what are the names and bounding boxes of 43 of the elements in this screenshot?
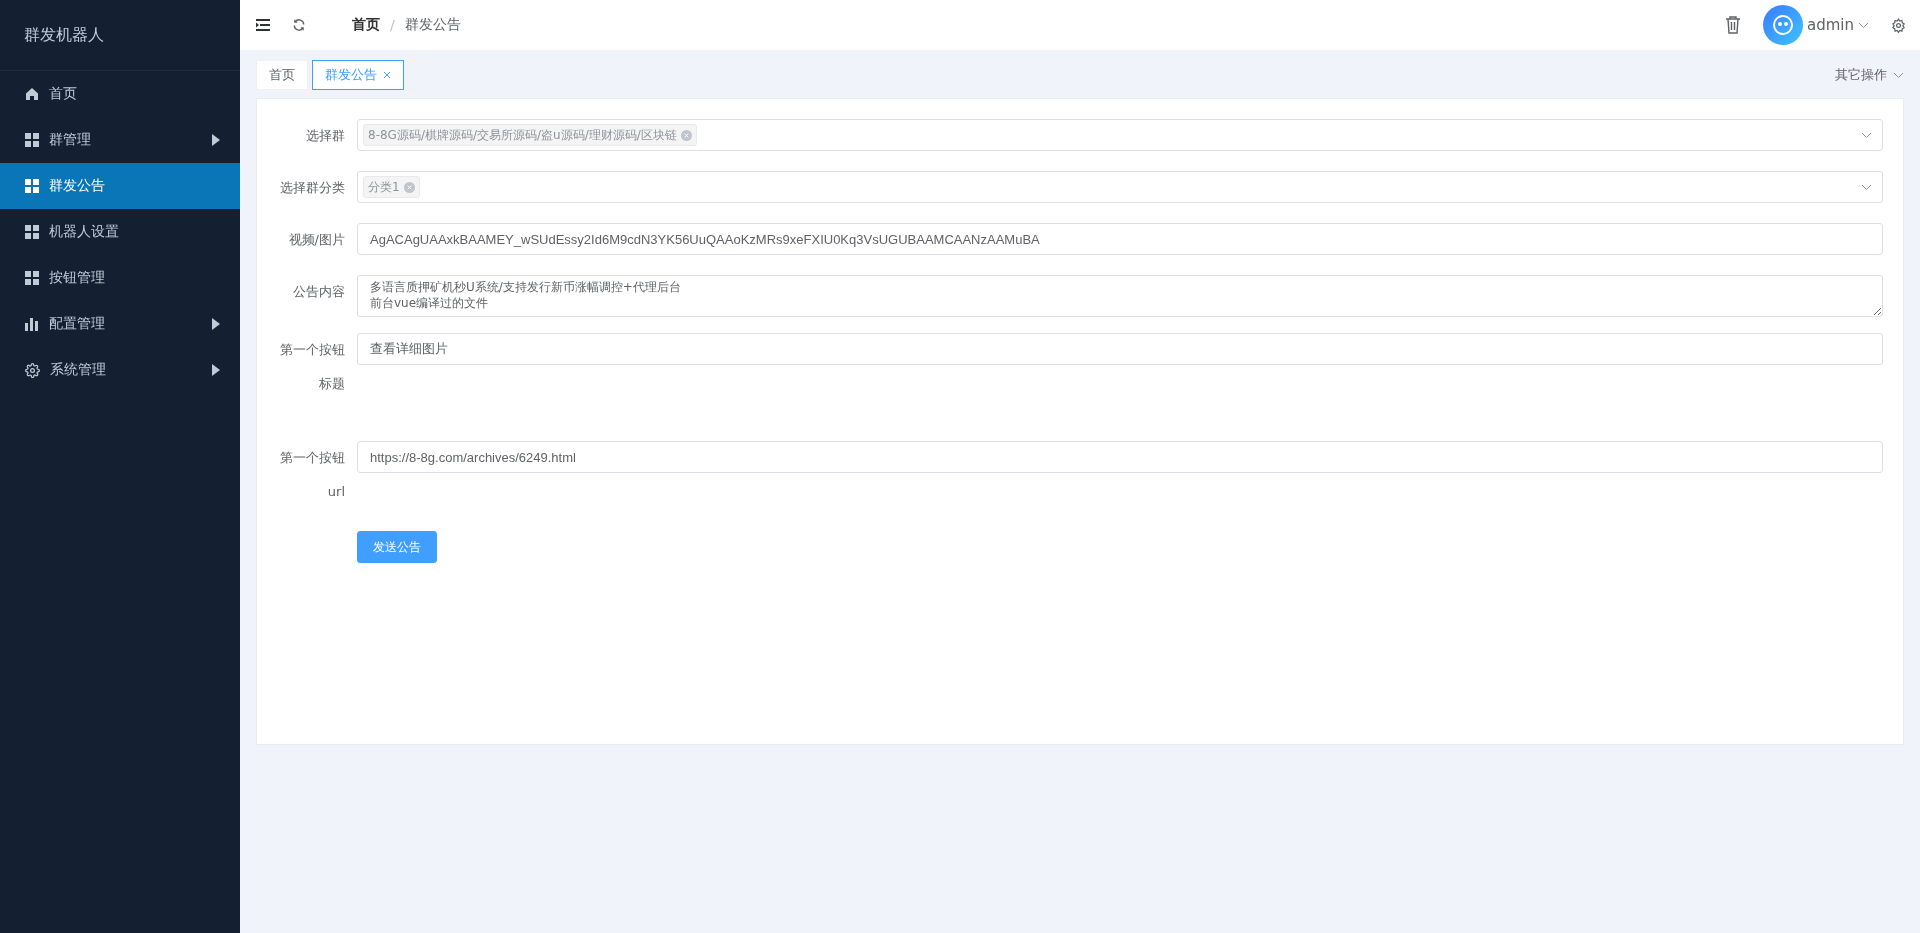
field-label: 第一个按钮url [279,449,345,501]
tag: 分类1 [363,176,420,198]
field-label: 选择群 [306,127,345,145]
trash-icon[interactable] [1725,16,1741,34]
page-tab[interactable]: 首页 [256,60,308,90]
breadcrumb-item: 群发公告 [404,16,461,34]
chevron-down-icon [1861,131,1872,139]
input-field[interactable]: https://8-8g.com/archives/6249.html [357,441,1883,473]
chevron-down-icon [1858,21,1869,29]
input-field[interactable]: AgACAgUAAxkBAAMEY_wSUdEssy2Id6M9cdN3YK56UuQAAoKzMRs9xeFXIU0Kq3VsUGUBAAMCAANzAAMuBA [357,223,1883,255]
sidebar-item[interactable]: 配置管理 [0,301,240,347]
settings-icon[interactable] [1891,17,1906,33]
grid-icon [25,271,39,285]
grid-icon [25,133,39,147]
username[interactable]: admin [1807,16,1854,34]
menu-icon[interactable] [256,19,270,31]
sidebar-item[interactable]: 群发公告 [0,163,240,209]
sidebar-item[interactable]: 群管理 [0,117,240,163]
field-label: 第一个按钮标题 [279,341,345,393]
grid-icon [25,179,39,193]
field-label: 视频/图片 [288,231,345,249]
chevron-down-icon [1893,71,1904,79]
breadcrumb-separator: / [390,17,395,33]
sidebar-item[interactable]: 首页 [0,71,240,117]
home-icon [25,87,39,101]
sidebar-item[interactable]: 按钮管理 [0,255,240,301]
avatar[interactable] [1763,5,1803,45]
bar-chart-icon [25,317,39,331]
grid-icon [25,225,39,239]
refresh-icon[interactable] [292,18,306,32]
input-field[interactable]: 查看详细图片 [357,333,1883,365]
chevron-down-icon [1861,183,1872,191]
settings-icon [25,362,40,378]
app-title: 群发机器人 [24,24,104,46]
breadcrumb-item[interactable]: 首页 [352,16,380,34]
textarea-field[interactable]: 多语言质押矿机秒U系统/支持发行新币涨幅调控+代理后台 前台vue编译过的文件 [357,275,1883,317]
sidebar-item[interactable]: 系统管理 [0,347,240,393]
field-label: 公告内容 [293,283,345,301]
field-label: 选择群分类 [280,179,345,197]
other-actions-dropdown[interactable]: 其它操作 [1835,66,1904,84]
sidebar-item[interactable]: 机器人设置 [0,209,240,255]
close-icon[interactable] [383,71,391,79]
tag: 8-8G源码/棋牌源码/交易所源码/盗u源码/理财源码/区块链 [363,124,697,146]
